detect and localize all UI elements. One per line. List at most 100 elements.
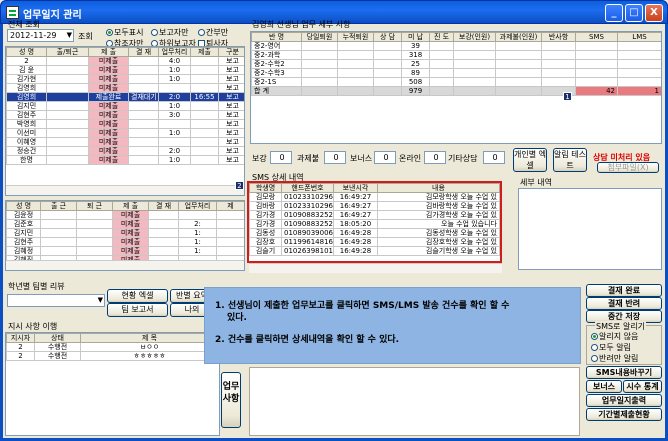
- table-row[interactable]: 김가현 미제출 1:0 보고: [6, 74, 244, 84]
- count-bogang[interactable]: 0: [270, 151, 292, 164]
- table-row[interactable]: 김 윤 미제출 1:0 보고: [6, 65, 244, 75]
- table-row[interactable]: 중2-1S 508: [251, 77, 661, 87]
- minimize-button[interactable]: _: [605, 4, 623, 22]
- close-button[interactable]: X: [645, 4, 663, 22]
- column-header[interactable]: 상태: [34, 333, 81, 343]
- table-row[interactable]: 김바랑 01023310296 16:49:27 김바랑학생 오늘 수업 있: [249, 201, 500, 211]
- column-header[interactable]: 누적퇴원: [337, 32, 374, 42]
- count-bonus[interactable]: 0: [374, 151, 396, 164]
- query-button[interactable]: 조회: [78, 31, 93, 42]
- radio-show-all[interactable]: 모두표시: [106, 27, 143, 38]
- table-row[interactable]: 정승건 미제출 2:0 보고: [6, 146, 244, 156]
- table-row[interactable]: 김모랑 01023310296 16:49:27 김모랑학생 오늘 수업 있: [249, 192, 500, 202]
- horizontal-scrollbar[interactable]: [249, 263, 502, 273]
- radio-managers[interactable]: 간부만: [198, 27, 228, 38]
- table-row[interactable]: 김영희 미제출 보고: [6, 83, 244, 93]
- table-row[interactable]: 김현주 미제출 3:0 보고: [6, 110, 244, 120]
- reject-button[interactable]: 결재 반려: [586, 297, 662, 310]
- table-row[interactable]: 합 계 979 42 1: [251, 86, 661, 96]
- column-header[interactable]: 지시자: [6, 333, 35, 343]
- column-header[interactable]: 제: [216, 201, 244, 211]
- column-header[interactable]: 성 명: [6, 47, 47, 57]
- date-picker[interactable]: 2012-11-29 ▼: [7, 29, 74, 42]
- detail-box[interactable]: [518, 188, 662, 270]
- review-select[interactable]: ▼: [7, 294, 105, 307]
- radio-reporters[interactable]: 보고자만: [151, 27, 188, 38]
- print-journal-button[interactable]: 업무일지출력: [586, 394, 662, 407]
- table-row[interactable]: 김지민 미제출 1:: [6, 228, 244, 238]
- column-header[interactable]: 성 명: [6, 201, 41, 211]
- attachment-button[interactable]: 첨부파일(X): [597, 162, 659, 173]
- radio-alarm-rejected[interactable]: 반려만 알림: [591, 353, 638, 364]
- table-row[interactable]: 박영희 미제출 보고: [6, 119, 244, 129]
- table-row[interactable]: 김가경 01090883252 16:49:27 김가경학생 오늘 수업 있: [249, 210, 500, 220]
- count-homework[interactable]: 0: [324, 151, 346, 164]
- column-header[interactable]: 결 재: [148, 201, 179, 211]
- hours-stats-button[interactable]: 시수 통계: [623, 380, 662, 393]
- column-header[interactable]: 업무처리: [158, 47, 191, 57]
- sms-change-button[interactable]: SMS내용바꾸기: [586, 366, 662, 379]
- column-header[interactable]: 당일퇴원: [301, 32, 338, 42]
- table-row[interactable]: 중2-수학2 25: [251, 59, 661, 69]
- table-row[interactable]: 김준호 미제출 2:: [6, 219, 244, 229]
- radio-alarm-all[interactable]: 모두 알림: [591, 342, 631, 353]
- table-row[interactable]: 김현주 미제출 1:: [6, 237, 244, 247]
- column-header[interactable]: 출 근: [40, 201, 77, 211]
- table-row[interactable]: 한명 미제출 1:0 보고: [6, 155, 244, 165]
- table-row[interactable]: 2 수행전 ㅂㅇㅇ: [6, 342, 219, 352]
- alarm-test-button[interactable]: 알림 테스트: [553, 148, 587, 172]
- column-header[interactable]: 제 출: [88, 47, 129, 57]
- table-row[interactable]: 김슬기 01026398101 16:49:28 김슬기학생 오늘 수업 있: [249, 246, 500, 256]
- status-excel-button[interactable]: 현황 엑셀: [107, 289, 168, 303]
- column-header[interactable]: 학생명: [249, 183, 282, 193]
- table-row[interactable]: 이선미 미제출 1:0 보고: [6, 128, 244, 138]
- bonus-button[interactable]: 보너스: [586, 380, 622, 393]
- column-header[interactable]: 제 출: [112, 201, 149, 211]
- column-header[interactable]: 보낸시각: [333, 183, 378, 193]
- column-header[interactable]: 결 재: [128, 47, 159, 57]
- table-row[interactable]: 김가경 01090883252 18:05:20 오늘 수업 있습니다: [249, 219, 500, 229]
- table-row[interactable]: 김혜정 미제출 1:: [6, 246, 244, 256]
- column-header[interactable]: 구분: [218, 47, 244, 57]
- table-row[interactable]: 김장호 01199614816 16:49:28 김장호학생 오늘 수업 있: [249, 237, 500, 247]
- table-row[interactable]: 김동성 01089039006 16:49:28 김동성학생 오늘 수업 있: [249, 228, 500, 238]
- column-header[interactable]: 제 목: [80, 333, 219, 343]
- memo-area[interactable]: [249, 367, 580, 436]
- count-online[interactable]: 0: [424, 151, 446, 164]
- column-header[interactable]: 진 도: [429, 32, 454, 42]
- column-header[interactable]: 제출: [190, 47, 219, 57]
- table-row[interactable]: 2 수행전 ㅎㅎㅎㅎㅎ: [6, 351, 219, 361]
- column-header[interactable]: 핸드폰번호: [281, 183, 334, 193]
- table-row[interactable]: 중2-과학 318: [251, 50, 661, 60]
- horizontal-scrollbar[interactable]: [6, 185, 244, 195]
- column-header[interactable]: LMS: [617, 32, 661, 42]
- table-row[interactable]: 김영희 제출완료 결재대기 2:0 16:55 보고: [6, 92, 244, 102]
- table-row[interactable]: 2 미제출 4:0 보고: [6, 56, 244, 66]
- column-header[interactable]: 반사항: [541, 32, 576, 42]
- table-row[interactable]: 중2-영어 39: [251, 41, 661, 51]
- column-header[interactable]: 퇴 근: [76, 201, 113, 211]
- team-report-button[interactable]: 팀 보고서: [107, 303, 168, 317]
- column-header[interactable]: 상 담: [373, 32, 402, 42]
- horizontal-scrollbar[interactable]: [6, 260, 244, 270]
- column-header[interactable]: 출/퇴근: [46, 47, 89, 57]
- maximize-button[interactable]: □: [625, 4, 643, 22]
- personal-excel-button[interactable]: 개인별 엑셀: [513, 148, 547, 172]
- table-row[interactable]: 중2-수학3 89: [251, 68, 661, 78]
- table-cell: 2: [6, 56, 47, 66]
- work-items-button[interactable]: 업무사항: [221, 372, 241, 428]
- column-header[interactable]: SMS: [575, 32, 618, 42]
- radio-no-alarm[interactable]: 알리지 않음: [591, 331, 638, 342]
- count-etc[interactable]: 0: [483, 151, 505, 164]
- table-row[interactable]: 김윤정 미제출: [6, 210, 244, 220]
- column-header[interactable]: 내용: [377, 183, 500, 193]
- table-row[interactable]: 이혜영 미제출 보고: [6, 137, 244, 147]
- column-header[interactable]: 반 명: [251, 32, 302, 42]
- approve-button[interactable]: 결재 완료: [586, 284, 662, 297]
- table-row[interactable]: 김지민 미제출 1:0 보고: [6, 101, 244, 111]
- column-header[interactable]: 보강(인원): [453, 32, 496, 42]
- period-status-button[interactable]: 기간별제출현황: [586, 408, 662, 421]
- column-header[interactable]: 미 납: [401, 32, 430, 42]
- column-header[interactable]: 과제불(인원): [495, 32, 542, 42]
- column-header[interactable]: 업무처리: [178, 201, 217, 211]
